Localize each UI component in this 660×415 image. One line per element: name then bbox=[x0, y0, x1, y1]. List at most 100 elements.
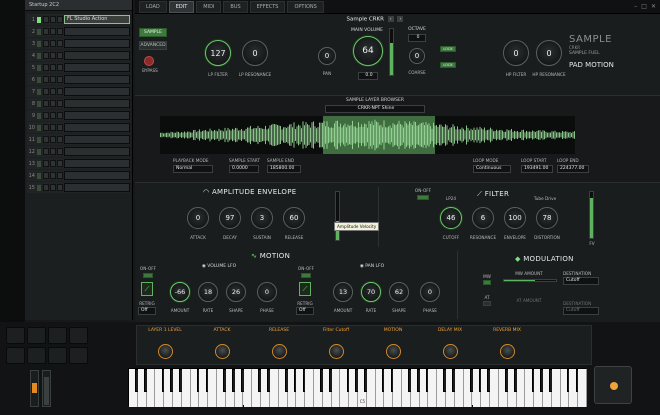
solo-icon[interactable] bbox=[50, 52, 56, 59]
coarse-knob[interactable]: 0 bbox=[409, 48, 425, 64]
distortion-knob[interactable]: 78 bbox=[536, 207, 558, 229]
vol-lfo-toggle[interactable] bbox=[143, 273, 153, 278]
pan-lfo-rate-knob[interactable]: 70 bbox=[361, 282, 381, 302]
solo-icon[interactable] bbox=[50, 184, 56, 191]
route-icon[interactable] bbox=[57, 64, 63, 71]
tab-edit[interactable]: EDIT bbox=[168, 0, 195, 13]
channel-led-icon[interactable] bbox=[37, 64, 41, 71]
loop-mode-select[interactable]: Continuous bbox=[473, 165, 511, 173]
lock-button-a[interactable]: LOCK bbox=[440, 46, 456, 52]
channel-led-icon[interactable] bbox=[37, 52, 41, 59]
white-key[interactable] bbox=[578, 369, 587, 407]
sample-end-field[interactable]: 185800.00 bbox=[267, 165, 301, 173]
rack-row-name[interactable] bbox=[64, 87, 130, 96]
macro-knob[interactable] bbox=[500, 344, 515, 359]
rack-row[interactable]: 1 FL Studio Action bbox=[27, 14, 130, 25]
rack-row-name[interactable] bbox=[64, 135, 130, 144]
cutoff-knob[interactable]: 46 bbox=[440, 207, 462, 229]
route-icon[interactable] bbox=[57, 52, 63, 59]
piano-keyboard[interactable]: C5 bbox=[128, 368, 587, 407]
macro-knob[interactable] bbox=[158, 344, 173, 359]
pan-lfo-shape-icon[interactable]: ⟋ bbox=[299, 282, 311, 296]
channel-led-icon[interactable] bbox=[37, 112, 41, 119]
rack-row-name[interactable] bbox=[64, 51, 130, 60]
mute-icon[interactable] bbox=[43, 160, 49, 167]
white-key[interactable] bbox=[393, 369, 403, 407]
tab-load[interactable]: LOAD bbox=[139, 0, 167, 13]
mute-icon[interactable] bbox=[43, 52, 49, 59]
rack-row[interactable]: 4 bbox=[27, 50, 130, 61]
mw-destination-select[interactable]: Cutoff bbox=[563, 277, 599, 285]
route-icon[interactable] bbox=[57, 112, 63, 119]
vol-lfo-rate-knob[interactable]: 18 bbox=[198, 282, 218, 302]
hp-resonance-knob[interactable]: 0 bbox=[536, 40, 562, 66]
mute-icon[interactable] bbox=[43, 76, 49, 83]
route-icon[interactable] bbox=[57, 100, 63, 107]
mute-icon[interactable] bbox=[43, 148, 49, 155]
mute-icon[interactable] bbox=[43, 64, 49, 71]
loop-start-field[interactable]: 193491.00 bbox=[521, 165, 553, 173]
rack-row[interactable]: 6 bbox=[27, 74, 130, 85]
drum-pad[interactable] bbox=[48, 327, 67, 344]
route-icon[interactable] bbox=[57, 172, 63, 179]
solo-icon[interactable] bbox=[50, 16, 56, 23]
vol-lfo-shape-knob[interactable]: 26 bbox=[226, 282, 246, 302]
vol-lfo-shape-icon[interactable]: ⟋ bbox=[141, 282, 153, 296]
route-icon[interactable] bbox=[57, 88, 63, 95]
solo-icon[interactable] bbox=[50, 64, 56, 71]
pan-lfo-retrig-select[interactable]: Off bbox=[296, 307, 314, 315]
white-key[interactable] bbox=[208, 369, 218, 407]
mute-icon[interactable] bbox=[43, 136, 49, 143]
rack-row-name[interactable] bbox=[64, 111, 130, 120]
at-toggle[interactable] bbox=[483, 301, 491, 306]
channel-led-icon[interactable] bbox=[37, 124, 41, 131]
channel-led-icon[interactable] bbox=[37, 28, 41, 35]
rack-row-name[interactable]: FL Studio Action bbox=[64, 15, 130, 24]
drum-pad[interactable] bbox=[6, 327, 25, 344]
solo-icon[interactable] bbox=[50, 148, 56, 155]
white-key[interactable] bbox=[331, 369, 341, 407]
mute-icon[interactable] bbox=[43, 124, 49, 131]
route-icon[interactable] bbox=[57, 28, 63, 35]
mute-icon[interactable] bbox=[43, 28, 49, 35]
hp-filter-knob[interactable]: 0 bbox=[503, 40, 529, 66]
solo-icon[interactable] bbox=[50, 136, 56, 143]
rack-row-name[interactable] bbox=[64, 99, 130, 108]
rack-row[interactable]: 9 bbox=[27, 110, 130, 121]
rack-row-name[interactable] bbox=[64, 75, 130, 84]
white-key[interactable] bbox=[366, 369, 376, 407]
rack-row[interactable]: 3 bbox=[27, 38, 130, 49]
route-icon[interactable] bbox=[57, 148, 63, 155]
rack-row-name[interactable] bbox=[64, 147, 130, 156]
white-key[interactable] bbox=[181, 369, 191, 407]
mute-icon[interactable] bbox=[43, 40, 49, 47]
tab-midi[interactable]: MIDI bbox=[196, 0, 222, 13]
filter-onoff-toggle[interactable] bbox=[417, 195, 429, 200]
solo-icon[interactable] bbox=[50, 100, 56, 107]
pan-lfo-phase-knob[interactable]: 0 bbox=[420, 282, 440, 302]
minimize-icon[interactable]: – bbox=[634, 3, 637, 10]
at-destination-select[interactable]: Cutoff bbox=[563, 307, 599, 315]
drum-pad[interactable] bbox=[48, 347, 67, 364]
lp-filter-knob[interactable]: 127 bbox=[205, 40, 231, 66]
channel-led-icon[interactable] bbox=[37, 88, 41, 95]
drum-pad[interactable] bbox=[6, 347, 25, 364]
route-icon[interactable] bbox=[57, 76, 63, 83]
solo-icon[interactable] bbox=[50, 160, 56, 167]
mw-amount-slider[interactable] bbox=[503, 279, 557, 282]
solo-icon[interactable] bbox=[50, 172, 56, 179]
velocity-slider[interactable] bbox=[335, 191, 340, 241]
white-key[interactable] bbox=[516, 369, 526, 407]
loop-end-field[interactable]: 224377.00 bbox=[557, 165, 589, 173]
white-key[interactable] bbox=[490, 369, 499, 407]
rack-row[interactable]: 14 bbox=[27, 170, 130, 181]
mute-icon[interactable] bbox=[43, 88, 49, 95]
solo-icon[interactable] bbox=[50, 76, 56, 83]
white-key[interactable] bbox=[269, 369, 279, 407]
pan-lfo-shape-knob[interactable]: 62 bbox=[389, 282, 409, 302]
mute-icon[interactable] bbox=[43, 16, 49, 23]
rack-row[interactable]: 13 bbox=[27, 158, 130, 169]
waveform-display[interactable] bbox=[160, 116, 575, 154]
route-icon[interactable] bbox=[57, 16, 63, 23]
solo-icon[interactable] bbox=[50, 124, 56, 131]
